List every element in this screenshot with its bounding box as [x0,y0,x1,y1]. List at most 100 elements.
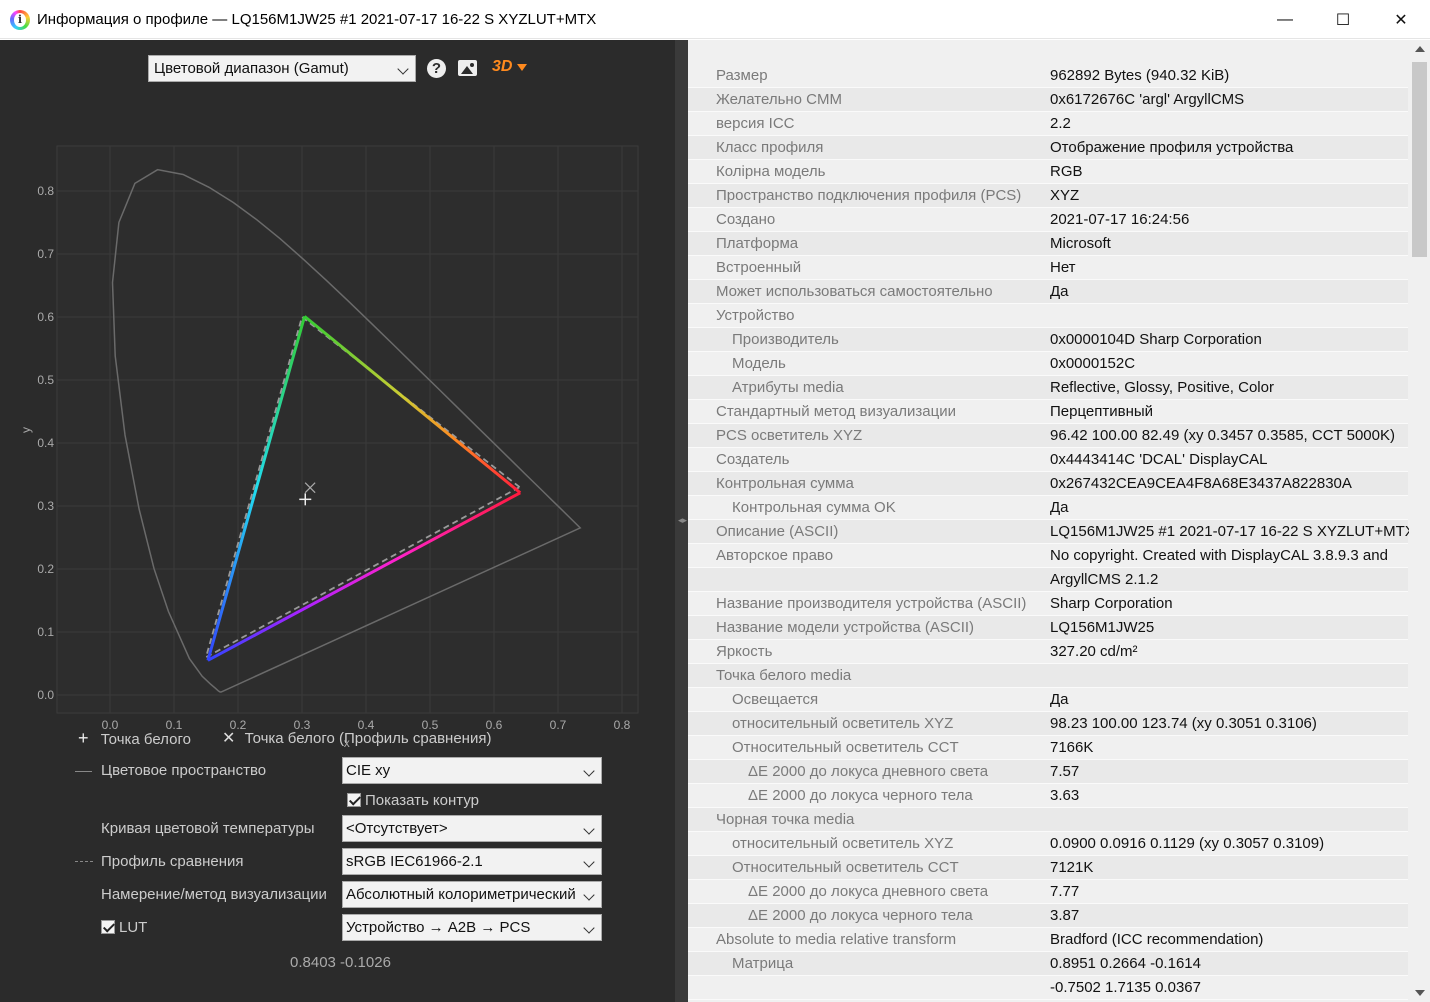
info-value: 96.42 100.00 82.49 (xy 0.3457 0.3585, CC… [1050,427,1395,444]
window-title: Информация о профиле — LQ156M1JW25 #1 20… [37,11,597,28]
info-key: относительный осветитель XYZ [732,715,954,732]
scroll-down-icon[interactable] [1415,990,1425,996]
info-row[interactable]: Относительный осветитель CCT 7121K [688,856,1408,880]
info-row[interactable]: ΔE 2000 до локуса черного тела 3.87 [688,904,1408,928]
y-tick-label: 0.4 [37,436,54,450]
scroll-thumb[interactable] [1412,62,1427,257]
info-row[interactable]: Описание (ASCII) LQ156M1JW25 #1 2021-07-1… [688,520,1415,544]
info-row[interactable]: Производитель 0x0000104D Sharp Corporatio… [688,328,1408,352]
profile-info-table[interactable]: Размер 962892 Bytes (940.32 KiB) Желательн… [688,40,1430,1002]
info-scrollbar[interactable] [1409,40,1430,1002]
info-row[interactable]: PCS осветитель XYZ 96.42 100.00 82.49 (xy… [688,424,1408,448]
info-row[interactable]: Стандартный метод визуализации Перцептивн… [688,400,1408,424]
info-row[interactable]: Точка белого media [688,664,1408,688]
info-row[interactable]: Контрольная сумма OK Да [688,496,1408,520]
info-row[interactable]: -0.7502 1.7135 0.0367 [688,976,1408,1000]
help-icon[interactable]: ? [427,59,446,78]
info-value: Отображение профиля устройства [1050,139,1294,156]
dashed-line-icon [75,861,93,862]
reference-profile-select[interactable]: sRGB IEC61966-2.1 [342,848,602,875]
close-button[interactable]: ✕ [1372,0,1430,39]
info-row[interactable]: Освещается Да [688,688,1408,712]
info-value: Перцептивный [1050,403,1154,420]
info-row[interactable]: ΔE 2000 до локуса дневного света 7.77 [688,880,1408,904]
info-value: 0x6172676C 'argl' ArgyllCMS [1050,91,1245,108]
info-key: ΔE 2000 до локуса дневного света [748,763,989,780]
scroll-up-icon[interactable] [1415,46,1425,52]
gamut-chart[interactable]: 0.0 0.1 0.2 0.3 0.4 0.5 0.6 0.7 0.80.00.10.20.30… [0,80,675,755]
info-row[interactable]: Устройство [688,304,1408,328]
info-value: Да [1050,499,1069,516]
info-row[interactable]: Создатель 0x4443414C 'DCAL' DisplayCAL [688,448,1408,472]
info-key: Яркость [716,643,773,660]
info-value: 3.87 [1050,907,1080,924]
info-row[interactable]: Контрольная сумма 0x267432CEA9CEA4F8A68E3… [688,472,1408,496]
info-row[interactable]: Матрица 0.8951 0.2664 -0.1614 [688,952,1408,976]
info-key: Модель [732,355,786,372]
info-value: 7166K [1050,739,1094,756]
lut-select-value: Устройство → A2B → PCS [346,919,531,936]
info-row[interactable]: Название производителя устройства (ASCII… [688,592,1408,616]
show-outline-checkbox[interactable]: Показать контур [347,792,479,809]
legend-whitepoint-reference-label: Точка белого (Профиль сравнения) [244,730,492,747]
info-key: Контрольная сумма OK [732,499,896,516]
lut-select[interactable]: Устройство → A2B → PCS [342,914,602,941]
info-row[interactable]: Встроенный Нет [688,256,1408,280]
info-row[interactable]: относительный осветитель XYZ 0.0900 0.091… [688,832,1408,856]
reference-profile-label: Профиль сравнения [101,853,244,870]
info-row[interactable]: Может использоваться самостоятельно Да [688,280,1408,304]
info-value: Да [1050,283,1069,300]
info-row[interactable]: Желательно CMM 0x6172676C 'argl' ArgyllCM… [688,88,1408,112]
info-value: ArgyllCMS 2.1.2 [1050,571,1159,588]
colorspace-select[interactable]: CIE xy [342,757,602,784]
info-row[interactable]: Относительный осветитель CCT 7166K [688,736,1408,760]
info-row[interactable]: ArgyllCMS 2.1.2 [688,568,1408,592]
info-app-icon [10,10,30,30]
info-row[interactable]: Модель 0x0000152C [688,352,1408,376]
info-row[interactable]: Авторское право No copyright. Created wit… [688,544,1408,568]
cct-curve-select[interactable]: <Отсутствует> [342,815,602,842]
info-key: Встроенный [716,259,802,276]
info-row[interactable]: Чорная точка media [688,808,1408,832]
y-tick-label: 0.0 [37,688,54,702]
lut-label: LUT [119,919,148,936]
info-row[interactable]: Пространство подключения профиля (PCS) XY… [688,184,1408,208]
info-value: 327.20 cd/m² [1050,643,1138,660]
info-value: 7121K [1050,859,1094,876]
legend-whitepoint-label: Точка белого [100,731,191,748]
info-row[interactable]: Колірна модель RGB [688,160,1408,184]
info-key: Относительный осветитель CCT [732,859,959,876]
info-row[interactable]: Создано 2021-07-17 16:24:56 [688,208,1408,232]
info-row[interactable]: ΔE 2000 до локуса дневного света 7.57 [688,760,1408,784]
cct-curve-select-value: <Отсутствует> [346,820,448,837]
info-row[interactable]: версия ICC 2.2 [688,112,1408,136]
y-axis-label: y [19,427,33,433]
maximize-button[interactable]: ☐ [1314,0,1372,39]
info-row[interactable]: относительный осветитель XYZ 98.23 100.00… [688,712,1408,736]
info-row[interactable]: Absolute to media relative transform Brad… [688,928,1408,952]
threed-icon[interactable]: 3D [492,58,512,76]
minimize-button[interactable]: — [1256,0,1314,39]
info-value: Bradford (ICC recommendation) [1050,931,1264,948]
info-value: 0.0900 0.0916 0.1129 (xy 0.3057 0.3109) [1050,835,1325,852]
info-row[interactable]: Название модели устройства (ASCII) LQ156M… [688,616,1408,640]
save-image-icon[interactable] [458,60,477,76]
info-row[interactable]: ΔE 2000 до локуса черного тела 3.63 [688,784,1408,808]
info-row[interactable]: Платформа Microsoft [688,232,1408,256]
info-row[interactable]: Размер 962892 Bytes (940.32 KiB) [688,64,1408,88]
info-row[interactable]: Атрибуты media Reflective, Glossy, Positi… [688,376,1408,400]
threed-dropdown-icon[interactable] [517,64,527,71]
chevron-down-icon [583,765,595,777]
checkbox-checked-icon [347,793,361,807]
info-value: 3.63 [1050,787,1080,804]
info-key: Чорная точка media [716,811,855,828]
intent-select[interactable]: Абсолютный колориметрический [342,881,602,908]
panel-splitter[interactable]: ◂▸ [675,40,688,1002]
view-select[interactable]: Цветовой диапазон (Gamut) [148,55,416,82]
lut-checkbox[interactable]: LUT [101,919,147,936]
info-key: Создатель [716,451,790,468]
y-tick-label: 0.1 [37,625,54,639]
info-value: LQ156M1JW25 #1 2021-07-17 16-22 S XYZLUT… [1050,523,1415,540]
info-row[interactable]: Класс профиля Отображение профиля устройс… [688,136,1408,160]
info-row[interactable]: Яркость 327.20 cd/m² [688,640,1408,664]
